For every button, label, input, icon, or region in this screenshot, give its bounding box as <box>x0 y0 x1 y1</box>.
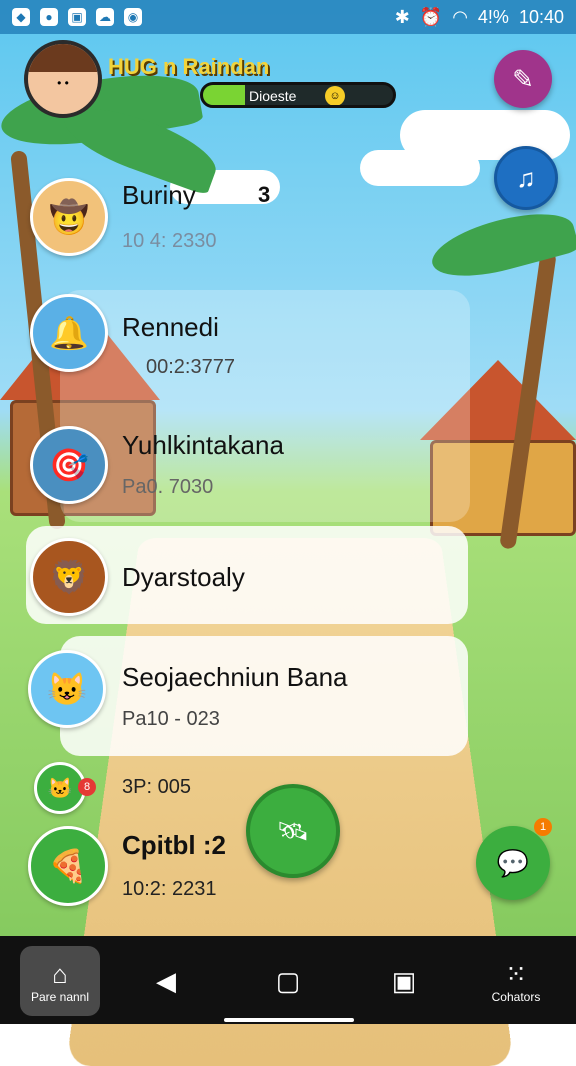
list-item-card[interactable] <box>60 636 468 756</box>
list-item-subtitle: 10 4: 2330 <box>122 230 217 252</box>
satellite-icon[interactable]: 🛰 <box>246 784 340 878</box>
lion-avatar[interactable]: 🦁 <box>30 538 108 616</box>
status-bar: ◆ ● ▣ ☁ ◉ ✱ ⏰ ◠ 4!% 10:40 <box>0 0 576 34</box>
list-item-title[interactable]: Seojaechniun Bana <box>122 662 348 693</box>
cloud <box>360 150 480 186</box>
app-notification-icon: ◆ <box>12 8 30 26</box>
chat-icon[interactable]: 💬 <box>476 826 550 900</box>
notification-icons: ◆ ● ▣ ☁ ◉ <box>12 8 142 26</box>
notification-badge: 8 <box>78 778 96 796</box>
cowboy-avatar[interactable]: 🤠 <box>30 178 108 256</box>
square-icon: ▢ <box>275 965 301 996</box>
list-item-title[interactable]: Buriny <box>122 180 196 211</box>
cloud-icon: ☁ <box>96 8 114 26</box>
bell-icon[interactable]: 🔔 <box>30 294 108 372</box>
guitar-icon[interactable]: ♫ <box>494 146 558 210</box>
grid-icon: ⁙ <box>505 958 527 989</box>
collections-label: Cohators <box>491 989 541 1004</box>
player-avatar[interactable]: • • <box>24 40 102 118</box>
edit-icon[interactable]: ✎ <box>494 50 552 108</box>
home-button[interactable]: ⌂ Pare nannl <box>20 946 100 1016</box>
red-hair-avatar[interactable]: 😺 <box>28 650 106 728</box>
battery-text: 4!% <box>477 6 509 27</box>
wifi-icon: ◠ <box>452 6 468 27</box>
collections-button[interactable]: ⁙ Cohators <box>476 946 556 1016</box>
xp-progress-bar: Dioeste ☺ <box>200 82 396 108</box>
box-icon: ▣ <box>391 965 417 996</box>
alarm-icon: ⏰ <box>419 6 443 27</box>
back-button[interactable]: ◀ <box>126 946 206 1016</box>
home-icon: ⌂ <box>52 958 68 989</box>
list-item-subtitle: 10:2: 2231 <box>122 878 217 900</box>
progress-label: Dioeste <box>249 88 297 104</box>
xp-progress-fill <box>203 85 245 105</box>
player-name: HUG n Raindan <box>108 54 270 79</box>
list-item-subtitle: Pa10 - 023 <box>122 708 220 730</box>
list-item-subtitle: 3P: 005 <box>122 776 191 798</box>
list-item-title[interactable]: Cpitbl :2 <box>122 830 226 861</box>
list-item-subtitle: 00:2:3777 <box>146 356 235 378</box>
clock: 10:40 <box>518 6 564 27</box>
list-item-count: 3 <box>258 182 271 207</box>
target-icon[interactable]: 🎯 <box>30 426 108 504</box>
home-indicator <box>224 1018 354 1022</box>
overview-button[interactable]: ▢ <box>248 946 328 1016</box>
back-icon: ◀ <box>156 965 176 996</box>
bluetooth-icon: ✱ <box>394 6 410 27</box>
bottom-nav: ⌂ Pare nannl ◀ ▢ ▣ ⁙ Cohators <box>0 936 576 1024</box>
list-item-title[interactable]: Dyarstoaly <box>122 562 245 593</box>
chat-badge: 1 <box>534 818 552 836</box>
list-item-subtitle: Pa0. 7030 <box>122 476 214 498</box>
gallery-icon: ▣ <box>68 8 86 26</box>
home-label: Pare nannl <box>30 989 90 1004</box>
inventory-button[interactable]: ▣ <box>364 946 444 1016</box>
camera-icon: ◉ <box>124 8 142 26</box>
smiley-icon: ☺ <box>325 86 345 105</box>
messenger-icon: ● <box>40 8 58 26</box>
list-item-title[interactable]: Yuhlkintakana <box>122 430 284 461</box>
pizza-icon[interactable]: 🍕 <box>28 826 108 906</box>
list-item-title[interactable]: Rennedi <box>122 312 219 343</box>
